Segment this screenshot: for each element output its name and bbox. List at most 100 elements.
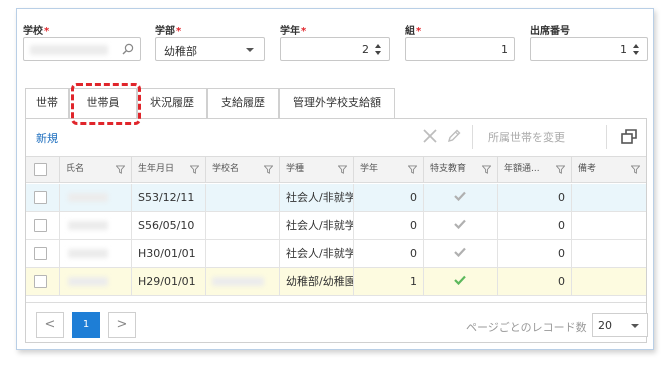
spinner-icon[interactable]	[633, 41, 641, 57]
change-household-button[interactable]: 所属世帯を変更	[488, 129, 565, 145]
table-row[interactable]: S56/05/10 社会人/非就学 0 0	[26, 212, 646, 240]
grid-header: 氏名 生年月日 学校名 学種 学年 特支教育 年額通... 備考	[26, 156, 646, 183]
row-checkbox[interactable]	[34, 247, 47, 260]
filter-icon[interactable]	[190, 165, 199, 174]
cell-school-name	[206, 212, 280, 239]
search-icon[interactable]	[122, 43, 134, 55]
cell-annual: 0	[498, 184, 572, 211]
select-all-checkbox[interactable]	[34, 163, 47, 176]
cell-special-education	[424, 212, 498, 239]
cell-school-type: 社会人/非就学	[280, 240, 354, 267]
row-select-cell	[26, 240, 60, 267]
column-header-special-education[interactable]: 特支教育	[424, 157, 498, 183]
attendance-no-stepper[interactable]: 1	[530, 37, 648, 61]
cell-annual: 0	[498, 212, 572, 239]
row-checkbox[interactable]	[34, 219, 47, 232]
toolbar-divider	[472, 125, 473, 149]
redacted-school-name	[212, 277, 264, 286]
spinner-icon[interactable]	[375, 41, 383, 57]
filter-icon[interactable]	[631, 165, 640, 174]
grade-stepper[interactable]: 2	[280, 37, 390, 61]
school-label: 学校*	[23, 26, 50, 37]
row-checkbox[interactable]	[34, 275, 47, 288]
filter-icon[interactable]	[408, 165, 417, 174]
grid-toolbar: 新規 所属世帯を変更	[26, 119, 646, 155]
row-checkbox[interactable]	[34, 191, 47, 204]
school-search-input[interactable]	[23, 37, 141, 61]
column-header-school-type[interactable]: 学種	[280, 157, 354, 183]
tab-household-member[interactable]: 世帯員	[69, 88, 137, 119]
cell-annual: 0	[498, 268, 572, 295]
cell-remarks	[572, 212, 646, 239]
window-restore-icon[interactable]	[620, 127, 638, 145]
tab-household[interactable]: 世帯	[25, 88, 69, 118]
class-label: 組*	[405, 26, 422, 37]
filter-icon[interactable]	[556, 165, 565, 174]
row-select-cell	[26, 268, 60, 295]
column-header-annual[interactable]: 年額通...	[498, 157, 572, 183]
column-header-school-name[interactable]: 学校名	[206, 157, 280, 183]
check-icon	[454, 191, 466, 201]
filter-icon[interactable]	[264, 165, 273, 174]
cell-school-name	[206, 240, 280, 267]
grade-value: 2	[362, 43, 369, 56]
redacted-name	[68, 221, 108, 230]
table-row[interactable]: H30/01/01 社会人/非就学 0 0	[26, 240, 646, 268]
member-panel: 新規 所属世帯を変更 氏名 生年月日 学校名 学種 学年 特支教育 年額通...…	[25, 118, 648, 343]
filter-icon[interactable]	[482, 165, 491, 174]
cell-grade: 0	[354, 184, 424, 211]
column-header-name[interactable]: 氏名	[60, 157, 132, 183]
cell-special-education	[424, 240, 498, 267]
row-select-cell	[26, 184, 60, 211]
chevron-down-icon	[631, 324, 639, 328]
table-row[interactable]: H29/01/01 幼稚部/幼稚園 1 0	[26, 268, 646, 296]
page-1-button[interactable]: 1	[72, 312, 100, 338]
cell-birthdate: H30/01/01	[132, 240, 206, 267]
department-label: 学部*	[155, 26, 182, 37]
cell-name	[60, 268, 132, 295]
tab-external-school-payment[interactable]: 管理外学校支給額	[279, 88, 395, 118]
edit-pencil-icon[interactable]	[446, 128, 462, 144]
next-page-button[interactable]: >	[108, 312, 136, 338]
toolbar-divider	[606, 125, 607, 149]
select-all-cell	[26, 157, 60, 183]
column-header-birthdate[interactable]: 生年月日	[132, 157, 206, 183]
cell-name	[60, 184, 132, 211]
page-size-select[interactable]: 20	[592, 313, 648, 337]
cell-special-education	[424, 184, 498, 211]
check-icon	[454, 247, 466, 257]
check-icon	[454, 275, 466, 285]
attendance-no-value: 1	[620, 43, 627, 56]
filter-icon[interactable]	[338, 165, 347, 174]
close-icon[interactable]	[422, 128, 438, 144]
filter-icon[interactable]	[116, 165, 125, 174]
tab-status-history[interactable]: 状況履歴	[137, 88, 207, 118]
new-button[interactable]: 新規	[36, 130, 58, 146]
table-row[interactable]: S53/12/11 社会人/非就学 0 0	[26, 184, 646, 212]
class-input[interactable]: 1	[405, 37, 515, 61]
column-header-remarks[interactable]: 備考	[572, 157, 646, 183]
row-select-cell	[26, 212, 60, 239]
cell-grade: 0	[354, 240, 424, 267]
department-value: 幼稚部	[164, 45, 197, 58]
cell-annual: 0	[498, 240, 572, 267]
check-icon	[454, 219, 466, 229]
class-value: 1	[501, 43, 508, 56]
cell-remarks	[572, 268, 646, 295]
prev-page-button[interactable]: <	[36, 312, 64, 338]
cell-birthdate: S56/05/10	[132, 212, 206, 239]
attendance-no-label: 出席番号	[530, 26, 570, 37]
department-select[interactable]: 幼稚部	[155, 37, 265, 61]
cell-school-type: 社会人/非就学	[280, 212, 354, 239]
chevron-down-icon	[246, 48, 254, 52]
redacted-name	[68, 249, 108, 258]
cell-birthdate: S53/12/11	[132, 184, 206, 211]
page-size-label: ページごとのレコード数	[466, 321, 587, 334]
tab-payment-history[interactable]: 支給履歴	[207, 88, 279, 118]
cell-name	[60, 240, 132, 267]
column-header-grade[interactable]: 学年	[354, 157, 424, 183]
cell-school-name	[206, 184, 280, 211]
cell-special-education	[424, 268, 498, 295]
pager: < 1 > ページごとのレコード数 20	[26, 302, 648, 342]
cell-school-type: 社会人/非就学	[280, 184, 354, 211]
